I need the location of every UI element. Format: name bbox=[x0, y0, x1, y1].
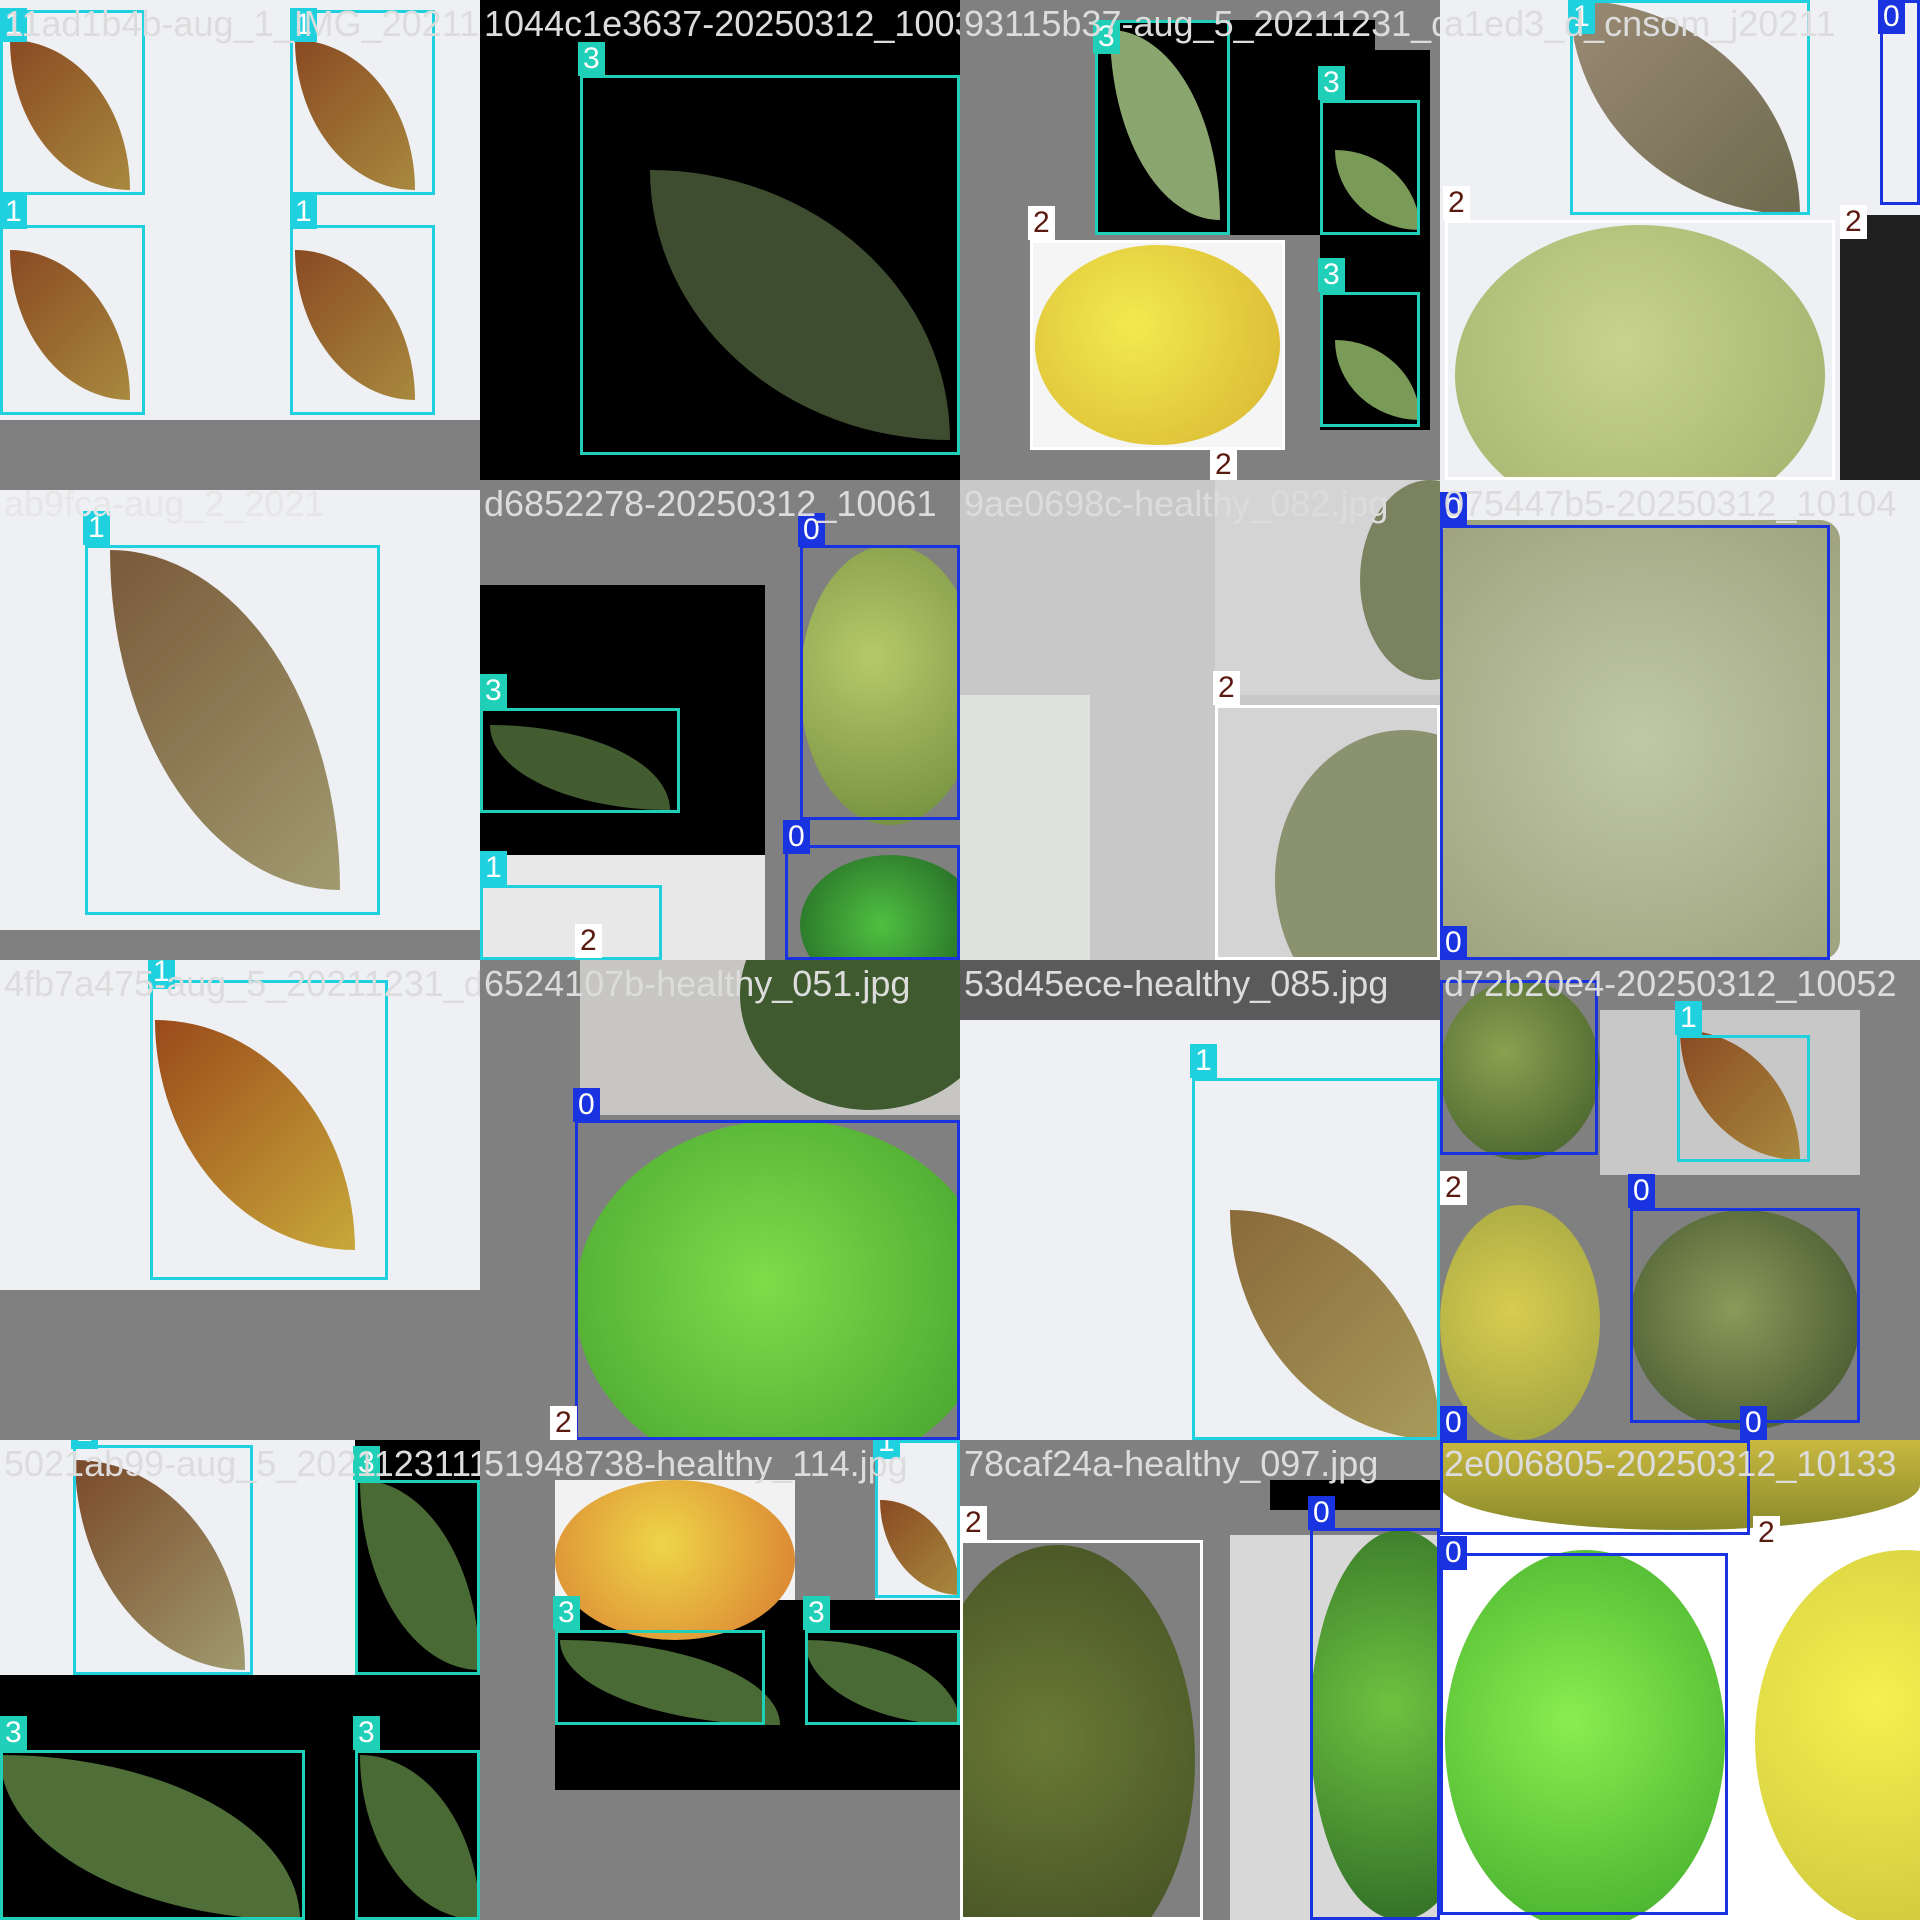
bbox-class-3 bbox=[0, 1750, 305, 1920]
bbox-label: 0 bbox=[1628, 1174, 1655, 1208]
tile-filename: 4fb7a475-aug_5_20211231_d bbox=[4, 963, 480, 1004]
bbox-class-2 bbox=[1445, 220, 1835, 480]
tile-15: 78caf24a-healthy_097.jpg 2 0 bbox=[960, 1440, 1440, 1920]
bbox-label: 2 bbox=[1840, 205, 1867, 239]
tile-3: 93115b37-aug_5_20211231_d23628_ 3 3 3 2 … bbox=[960, 0, 1440, 480]
bbox-class-0 bbox=[1440, 525, 1830, 960]
ripe-mango bbox=[1440, 1205, 1600, 1440]
tile-16: 2e006805-20250312_10133 0 0 2 bbox=[1440, 1440, 1920, 1920]
bbox-label: 2 bbox=[575, 924, 602, 958]
bbox-label: 0 bbox=[783, 820, 810, 854]
tile-14: 51948738-healthy_114.jpg 1 3 3 bbox=[480, 1440, 960, 1920]
tile-filename: 6524107b-healthy_051.jpg bbox=[484, 963, 911, 1004]
tile-filename: d6852278-20250312_10061 bbox=[484, 483, 937, 524]
tile-filename: 11ad1b4b-aug_1_IMG_20211 bbox=[4, 3, 480, 44]
bbox-label: 2 bbox=[960, 1506, 987, 1540]
bbox-label: 0 bbox=[1440, 1536, 1467, 1570]
bbox-label: 1 bbox=[1190, 1044, 1217, 1078]
bbox-label: 3 bbox=[578, 42, 605, 76]
bbox-class-0 bbox=[1630, 1208, 1860, 1423]
tile-9: 4fb7a475-aug_5_20211231_d 1 bbox=[0, 960, 480, 1440]
bbox-class-3 bbox=[355, 1750, 480, 1920]
tile-filename: 5021ab99-aug_5_2021123111231 bbox=[4, 1443, 480, 1484]
bbox-class-3 bbox=[480, 708, 680, 813]
bbox-class-0 bbox=[1440, 980, 1598, 1155]
tile-filename: d72b20e4-20250312_10052 bbox=[1444, 963, 1897, 1004]
bbox-label: 3 bbox=[1318, 66, 1345, 100]
tile-11: 53d45ece-healthy_085.jpg 1 bbox=[960, 960, 1440, 1440]
bbox-class-3 bbox=[1320, 292, 1420, 427]
tile-7: 9ae0698c-healthy_082.jpg 2 bbox=[960, 480, 1440, 960]
bbox-class-0 bbox=[1310, 1528, 1440, 1920]
bbox-class-1 bbox=[290, 225, 435, 415]
bbox-class-0 bbox=[575, 1120, 960, 1440]
tile-filename: 51948738-healthy_114.jpg bbox=[484, 1443, 908, 1484]
bbox-label: 3 bbox=[0, 1716, 27, 1750]
tile-10: 6524107b-healthy_051.jpg 0 2 bbox=[480, 960, 960, 1440]
bbox-class-3 bbox=[1320, 100, 1420, 235]
bbox-label: 2 bbox=[1210, 448, 1237, 480]
bbox-class-2 bbox=[960, 1540, 1203, 1920]
bbox-class-1 bbox=[85, 545, 380, 915]
bbox-class-1 bbox=[150, 980, 388, 1280]
bbox-class-1 bbox=[1192, 1078, 1440, 1440]
bbox-class-3 bbox=[355, 1480, 480, 1675]
bbox-label: 2 bbox=[1443, 186, 1470, 220]
tile-5: ab9fca-aug_2_2021 1 bbox=[0, 480, 480, 960]
training-batch-mosaic: 11ad1b4b-aug_1_IMG_20211 1 1 1 1 1044c1e… bbox=[0, 0, 1920, 1920]
tile-filename: a1ed3_d_cnsom_j20211 bbox=[1444, 3, 1836, 44]
bbox-class-1 bbox=[480, 885, 662, 960]
bbox-class-3 bbox=[580, 75, 960, 455]
bbox-label: 2 bbox=[1213, 671, 1240, 705]
bbox-class-2 bbox=[1215, 705, 1440, 960]
tile-2: 1044c1e3637-20250312_10034831 3 bbox=[480, 0, 960, 480]
tile-8: 075447b5-20250312_10104 0 0 bbox=[1440, 480, 1920, 960]
bbox-label: 0 bbox=[1440, 1406, 1467, 1440]
bbox-class-0 bbox=[800, 545, 960, 820]
tile-filename: 9ae0698c-healthy_082.jpg bbox=[964, 483, 1389, 524]
bbox-class-0 bbox=[785, 845, 960, 960]
bbox-label: 3 bbox=[803, 1596, 830, 1630]
tile-filename: 1044c1e3637-20250312_10034831 bbox=[484, 3, 960, 44]
bbox-label: 3 bbox=[1318, 258, 1345, 292]
bbox-label: 2 bbox=[1753, 1516, 1780, 1550]
bbox-class-2 bbox=[1030, 240, 1285, 450]
bbox-class-3 bbox=[805, 1630, 960, 1725]
bbox-label: 1 bbox=[480, 851, 507, 885]
bbox-label: 2 bbox=[1028, 206, 1055, 240]
tile-filename: ab9fca-aug_2_2021 bbox=[4, 483, 325, 524]
bbox-class-3 bbox=[555, 1630, 765, 1725]
tile-filename: 2e006805-20250312_10133 bbox=[1444, 1443, 1897, 1484]
bbox-class-1 bbox=[0, 225, 145, 415]
tile-1: 11ad1b4b-aug_1_IMG_20211 1 1 1 1 bbox=[0, 0, 480, 480]
bbox-label: 0 bbox=[1878, 0, 1905, 34]
bbox-label: 0 bbox=[1440, 926, 1467, 960]
bbox-label: 3 bbox=[553, 1596, 580, 1630]
tile-6: d6852278-20250312_10061 0 3 0 1 2 bbox=[480, 480, 960, 960]
bbox-label: 3 bbox=[353, 1716, 380, 1750]
bbox-label: 3 bbox=[480, 674, 507, 708]
tile-12: d72b20e4-20250312_10052 1 2 0 0 0 bbox=[1440, 960, 1920, 1440]
tile-filename: 93115b37-aug_5_20211231_d23628_ bbox=[964, 3, 1440, 44]
bbox-label: 2 bbox=[1440, 1171, 1467, 1205]
tile-filename: 53d45ece-healthy_085.jpg bbox=[964, 963, 1389, 1004]
bbox-label: 2 bbox=[550, 1406, 577, 1440]
bbox-label: 1 bbox=[290, 195, 317, 229]
bbox-label: 0 bbox=[1308, 1496, 1335, 1530]
tile-4: a1ed3_d_cnsom_j20211 1 0 2 2 bbox=[1440, 0, 1920, 480]
bbox-class-0 bbox=[1440, 1553, 1728, 1915]
tile-13: 5021ab99-aug_5_2021123111231 1 3 3 3 bbox=[0, 1440, 480, 1920]
bbox-label: 0 bbox=[1740, 1406, 1767, 1440]
bbox-class-1 bbox=[1677, 1035, 1810, 1162]
ripe-mango bbox=[555, 1480, 795, 1640]
tile-filename: 075447b5-20250312_10104 bbox=[1444, 483, 1897, 524]
ripe-mango bbox=[1755, 1550, 1920, 1920]
bbox-label: 1 bbox=[1675, 1001, 1702, 1035]
tile-filename: 78caf24a-healthy_097.jpg bbox=[964, 1443, 1379, 1484]
bbox-label: 0 bbox=[573, 1088, 600, 1122]
bbox-label: 1 bbox=[0, 195, 27, 229]
